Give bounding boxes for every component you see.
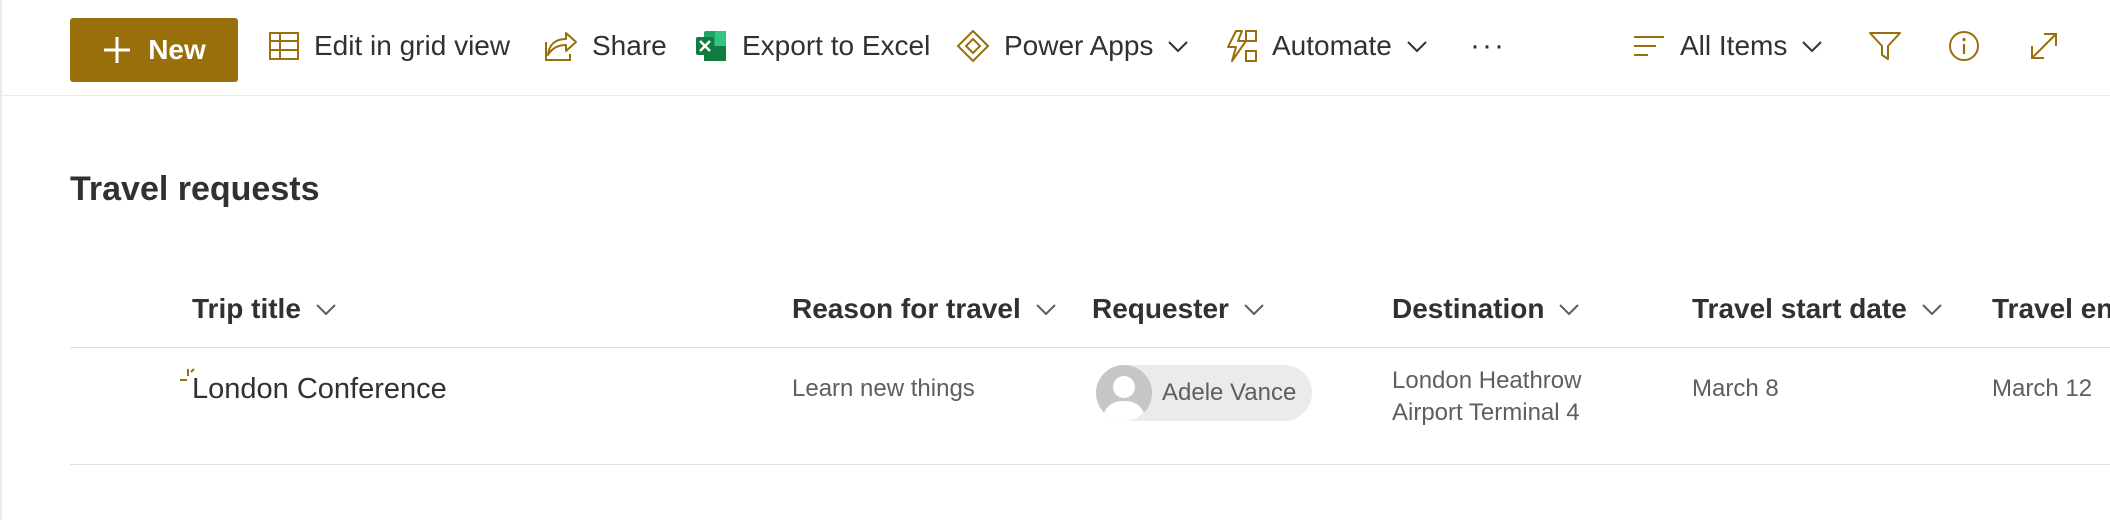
trip-title-link[interactable]: London Conference bbox=[192, 373, 447, 406]
chevron-down-icon bbox=[316, 304, 336, 316]
column-header-label: Trip title bbox=[192, 293, 301, 324]
power-apps-icon bbox=[956, 29, 990, 63]
new-button[interactable]: New bbox=[70, 18, 238, 82]
share-icon bbox=[545, 32, 577, 61]
new-button-label: New bbox=[148, 34, 206, 65]
grid-icon bbox=[269, 32, 299, 60]
export-to-excel-label: Export to Excel bbox=[742, 30, 931, 61]
column-header-destination[interactable]: Destination bbox=[1392, 270, 1580, 348]
column-header-requester[interactable]: Requester bbox=[1092, 270, 1265, 348]
filter-button[interactable] bbox=[1868, 14, 1902, 78]
view-switcher-label: All Items bbox=[1680, 30, 1788, 61]
column-header-label: Travel end date bbox=[1992, 293, 2110, 324]
column-header-row: Trip title Reason for travel Requester D… bbox=[70, 270, 2110, 348]
command-bar: New Edit in grid view Share Export to Ex… bbox=[2, 0, 2110, 96]
reason-for-travel-cell: Learn new things bbox=[792, 375, 975, 402]
automate-icon bbox=[1227, 30, 1257, 62]
destination-line-1: London Heathrow bbox=[1392, 367, 1582, 394]
requester-name: Adele Vance bbox=[1162, 379, 1297, 406]
view-switcher[interactable]: All Items bbox=[1632, 14, 1823, 78]
table-row[interactable]: London Conference Learn new things Adele… bbox=[70, 349, 2110, 465]
column-header-label: Requester bbox=[1092, 293, 1229, 324]
destination-cell: London Heathrow Airport Terminal 4 bbox=[1392, 365, 1581, 429]
power-apps-menu[interactable]: Power Apps bbox=[956, 14, 1189, 78]
edit-in-grid-view-label: Edit in grid view bbox=[314, 30, 511, 61]
expand-icon bbox=[2031, 33, 2057, 59]
requester-persona[interactable]: Adele Vance bbox=[1096, 365, 1312, 421]
view-lines-icon bbox=[1634, 36, 1664, 56]
travel-end-date-cell: March 12 bbox=[1992, 375, 2093, 402]
column-header-label: Reason for travel bbox=[792, 293, 1021, 324]
chevron-down-icon bbox=[1407, 41, 1427, 53]
share-button[interactable]: Share bbox=[544, 14, 667, 78]
chevron-down-icon bbox=[1036, 304, 1056, 316]
travel-start-date-cell: March 8 bbox=[1692, 375, 1779, 402]
column-header-travel-end-date[interactable]: Travel end date bbox=[1992, 270, 2110, 348]
chevron-down-icon bbox=[1922, 304, 1942, 316]
chevron-down-icon bbox=[1168, 41, 1189, 53]
sharepoint-list-page: New Edit in grid view Share Export to Ex… bbox=[0, 0, 2110, 520]
share-label: Share bbox=[592, 30, 667, 61]
chevron-down-icon bbox=[1559, 304, 1580, 316]
column-header-label: Destination bbox=[1392, 293, 1545, 324]
edit-in-grid-view-button[interactable]: Edit in grid view bbox=[268, 14, 510, 78]
export-to-excel-button[interactable]: Export to Excel bbox=[694, 14, 930, 78]
page-title: Travel requests bbox=[70, 170, 320, 208]
chevron-down-icon bbox=[1802, 41, 1823, 53]
info-button[interactable] bbox=[1948, 14, 1980, 78]
column-header-trip-title[interactable]: Trip title bbox=[192, 270, 337, 348]
column-header-travel-start-date[interactable]: Travel start date bbox=[1692, 270, 1943, 348]
filter-icon bbox=[1869, 32, 1901, 60]
person-avatar-icon bbox=[1096, 365, 1152, 421]
info-icon bbox=[1949, 31, 1979, 61]
expand-button[interactable] bbox=[2028, 14, 2060, 78]
excel-icon bbox=[696, 31, 726, 61]
column-header-reason-for-travel[interactable]: Reason for travel bbox=[792, 270, 1057, 348]
automate-label: Automate bbox=[1272, 30, 1392, 61]
chevron-down-icon bbox=[1244, 304, 1264, 316]
plus-icon bbox=[104, 37, 131, 63]
more-options-label: ··· bbox=[1470, 29, 1506, 62]
column-header-label: Travel start date bbox=[1692, 293, 1907, 324]
power-apps-label: Power Apps bbox=[1004, 30, 1154, 61]
more-options-button[interactable]: ··· bbox=[1470, 14, 1506, 78]
automate-menu[interactable]: Automate bbox=[1224, 14, 1428, 78]
destination-line-2: Airport Terminal 4 bbox=[1392, 399, 1580, 426]
